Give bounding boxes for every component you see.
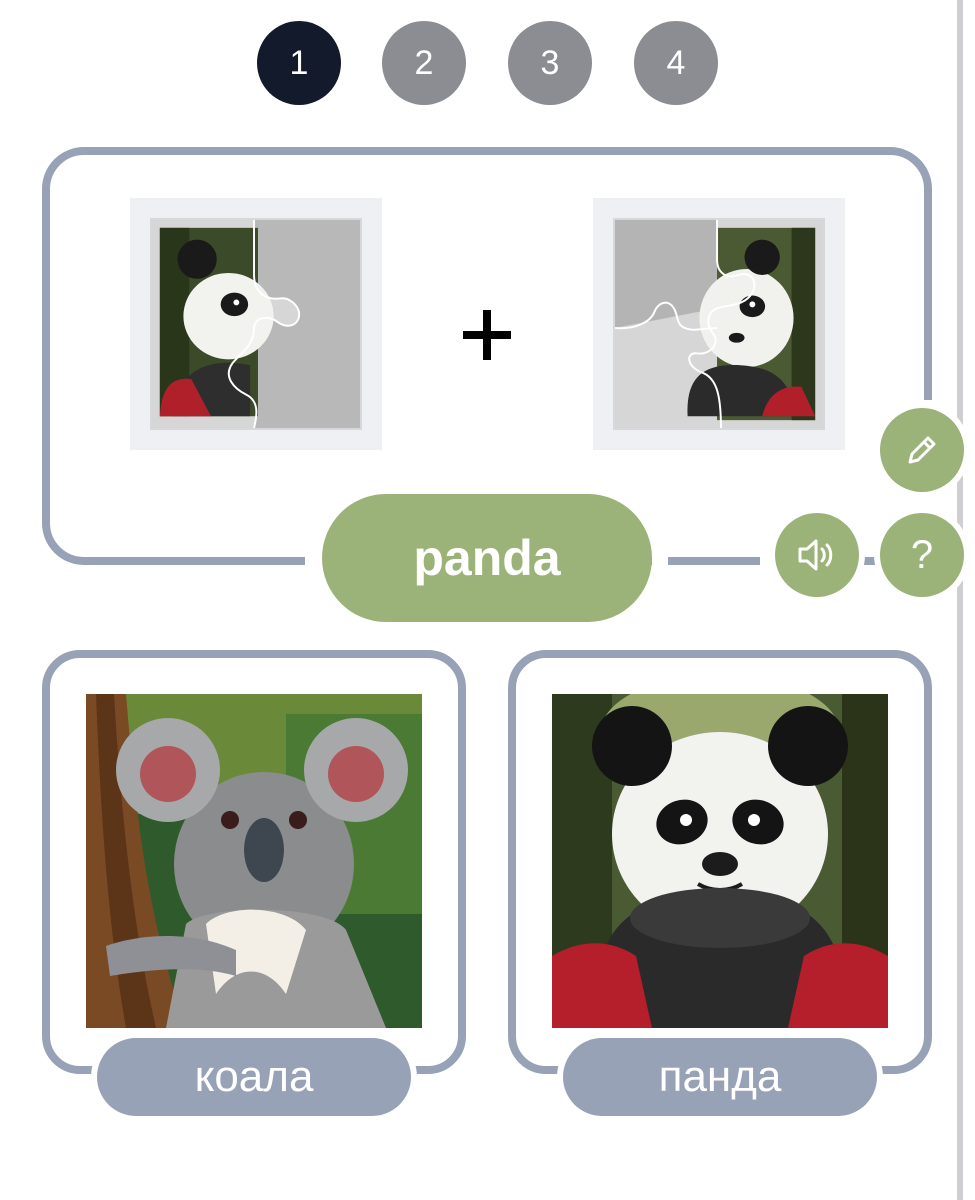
- sound-button[interactable]: [775, 513, 859, 597]
- edit-button[interactable]: [880, 408, 964, 492]
- scrollbar-edge: [957, 0, 963, 1200]
- speaker-icon: [798, 539, 833, 571]
- plus-icon: [463, 310, 511, 360]
- panda-puzzle-right-image: [615, 220, 823, 428]
- panda-puzzle-left-image: [152, 220, 360, 428]
- step-4[interactable]: 4: [634, 21, 718, 105]
- answer-label-koala[interactable]: коала: [97, 1038, 411, 1116]
- panda-image: [552, 694, 888, 1028]
- koala-image: [86, 694, 422, 1028]
- puzzle-piece-right: [593, 198, 845, 450]
- quiz-screen: 1 2 3 4 panda ? коала панда: [0, 0, 975, 1200]
- pencil-icon: [908, 436, 936, 464]
- puzzle-piece-left: [130, 198, 382, 450]
- step-1[interactable]: 1: [257, 21, 341, 105]
- help-button[interactable]: ?: [880, 513, 964, 597]
- step-3[interactable]: 3: [508, 21, 592, 105]
- step-2[interactable]: 2: [382, 21, 466, 105]
- target-word: panda: [322, 494, 652, 622]
- answer-label-panda[interactable]: панда: [563, 1038, 877, 1116]
